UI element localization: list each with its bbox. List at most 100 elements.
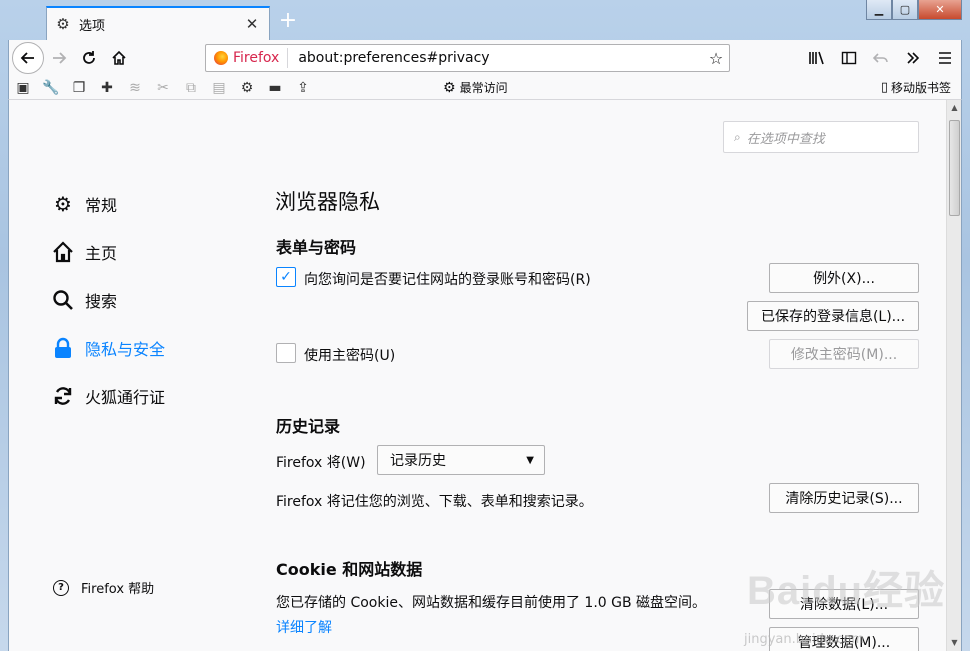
bookmark-folder-most-visited[interactable]: ⚙ 最常访问 bbox=[443, 79, 508, 96]
firefox-logo-icon bbox=[214, 51, 228, 65]
upload-icon[interactable]: ⇪ bbox=[289, 80, 317, 96]
phone-icon: ▯ bbox=[880, 80, 888, 95]
toolbar-right bbox=[801, 43, 961, 73]
scroll-up-arrow-icon[interactable]: ▲ bbox=[947, 100, 962, 116]
sidebar-item-home[interactable]: 主页 bbox=[51, 228, 251, 276]
url-brand: Firefox bbox=[233, 50, 280, 66]
baidu-watermark: Baidu经验 bbox=[747, 569, 946, 613]
history-mode-value: 记录历史 bbox=[390, 453, 446, 469]
undo-button[interactable] bbox=[865, 43, 897, 73]
master-password-checkbox[interactable] bbox=[276, 343, 296, 363]
bookmark-star-icon[interactable]: ☆ bbox=[703, 49, 729, 68]
bookmarks-toolbar: ▣ 🔧 ❐ ✚ ≋ ✂ ⧉ ▤ ⚙ ▬ ⇪ ⚙ 最常访问 ▯ 移动版书签 bbox=[8, 76, 962, 100]
help-icon: ? bbox=[53, 579, 69, 596]
laptop-icon[interactable]: ▬ bbox=[261, 80, 289, 96]
categories-sidebar: ⚙ 常规 主页 搜索 隐私与安全 火狐通行证 bbox=[51, 180, 251, 420]
tab-options[interactable]: ⚙ 选项 ✕ bbox=[46, 6, 270, 40]
minimize-button[interactable]: ▁ bbox=[866, 0, 892, 20]
copy-icon[interactable]: ⧉ bbox=[177, 80, 205, 96]
clear-history-button[interactable]: 清除历史记录(S)... bbox=[769, 483, 919, 513]
history-will-label: Firefox 将(W) bbox=[276, 455, 366, 471]
identity-box[interactable]: Firefox bbox=[206, 48, 289, 68]
history-heading: 历史记录 bbox=[276, 417, 341, 436]
library-button[interactable] bbox=[801, 43, 833, 73]
maximize-button[interactable]: ▢ bbox=[892, 0, 918, 20]
sidebar-item-sync[interactable]: 火狐通行证 bbox=[51, 372, 251, 420]
rss-icon[interactable]: ≋ bbox=[121, 80, 149, 96]
chevron-double-right-icon bbox=[907, 52, 920, 64]
firefox-help-link[interactable]: ? Firefox 帮助 bbox=[53, 578, 154, 597]
cookies-description: 您已存储的 Cookie、网站数据和缓存目前使用了 1.0 GB 磁盘空间。 bbox=[276, 595, 707, 611]
home-button[interactable] bbox=[104, 43, 134, 73]
mobile-bookmarks-label: 移动版书签 bbox=[890, 81, 951, 95]
dropdown-caret-icon: ▼ bbox=[526, 454, 534, 466]
sidebar-item-general[interactable]: ⚙ 常规 bbox=[51, 180, 251, 228]
help-label: Firefox 帮助 bbox=[81, 582, 155, 597]
history-mode-select[interactable]: 记录历史 ▼ bbox=[377, 445, 545, 475]
saved-logins-button[interactable]: 已保存的登录信息(L)... bbox=[747, 301, 919, 331]
scrollbar-thumb[interactable] bbox=[949, 120, 960, 216]
gear-icon: ⚙ bbox=[443, 79, 456, 96]
scissors-icon[interactable]: ✂ bbox=[149, 80, 177, 96]
hamburger-icon bbox=[939, 52, 951, 64]
vertical-scrollbar[interactable]: ▲ ▼ bbox=[946, 100, 962, 651]
back-button[interactable] bbox=[12, 42, 44, 74]
lock-icon bbox=[51, 336, 75, 360]
sidebar-item-label: 搜索 bbox=[85, 292, 118, 311]
preferences-page: ⌕ 在选项中查找 ⚙ 常规 主页 搜索 隐私与安全 火狐通行证 ? Firefo… bbox=[8, 100, 946, 651]
baidu-watermark-url: jingyan.baidu.com bbox=[744, 632, 864, 647]
cookies-heading: Cookie 和网站数据 bbox=[276, 560, 423, 579]
reload-button[interactable] bbox=[74, 43, 104, 73]
sidebar-item-label: 隐私与安全 bbox=[85, 340, 166, 359]
search-icon bbox=[51, 288, 75, 312]
gear-icon: ⚙ bbox=[54, 192, 72, 216]
reader-icon[interactable]: ▣ bbox=[9, 80, 37, 96]
sidebar-item-label: 主页 bbox=[85, 244, 118, 263]
sidebar-item-search[interactable]: 搜索 bbox=[51, 276, 251, 324]
search-placeholder: 在选项中查找 bbox=[746, 131, 825, 147]
sidebar-button[interactable] bbox=[833, 43, 865, 73]
gear-icon: ⚙ bbox=[56, 15, 70, 33]
search-icon: ⌕ bbox=[734, 129, 741, 144]
bookmark-folder-label: 最常访问 bbox=[459, 81, 508, 95]
folder-icon[interactable]: ❐ bbox=[65, 80, 93, 96]
tab-title: 选项 bbox=[79, 18, 106, 34]
change-master-password-button[interactable]: 修改主密码(M)... bbox=[769, 339, 919, 369]
tab-bar: ⚙ 选项 ✕ + ▁ ▢ ✕ bbox=[0, 0, 970, 40]
remember-logins-label[interactable]: 向您询问是否要记住网站的登录账号和密码(R) bbox=[304, 269, 591, 289]
forms-heading: 表单与密码 bbox=[276, 238, 357, 257]
url-input[interactable]: about:preferences#privacy bbox=[298, 50, 703, 66]
browser-window: ⚙ 选项 ✕ + ▁ ▢ ✕ Firefox about:preferences… bbox=[0, 0, 970, 651]
nav-bar: Firefox about:preferences#privacy ☆ bbox=[8, 40, 962, 76]
forward-button[interactable] bbox=[44, 43, 74, 73]
home-icon bbox=[112, 50, 126, 65]
learn-more-link[interactable]: 详细了解 bbox=[276, 617, 332, 637]
mobile-bookmarks[interactable]: ▯ 移动版书签 bbox=[881, 79, 951, 96]
gear-icon[interactable]: ⚙ bbox=[233, 80, 261, 96]
close-icon[interactable]: ✕ bbox=[243, 15, 261, 33]
preferences-search-input[interactable]: ⌕ 在选项中查找 bbox=[723, 121, 919, 153]
sync-icon bbox=[51, 384, 75, 408]
new-tab-button[interactable]: + bbox=[276, 8, 300, 34]
menu-button[interactable] bbox=[929, 43, 961, 73]
scroll-down-arrow-icon[interactable]: ▼ bbox=[947, 635, 962, 651]
master-password-label[interactable]: 使用主密码(U) bbox=[304, 345, 395, 365]
url-bar[interactable]: Firefox about:preferences#privacy ☆ bbox=[205, 44, 730, 72]
sidebar-icon bbox=[841, 51, 857, 65]
window-controls: ▁ ▢ ✕ bbox=[866, 0, 962, 20]
close-window-button[interactable]: ✕ bbox=[918, 0, 962, 20]
sidebar-item-label: 火狐通行证 bbox=[85, 388, 166, 407]
remember-logins-checkbox[interactable]: ✓ bbox=[276, 267, 296, 287]
reload-icon bbox=[83, 51, 95, 64]
exceptions-button[interactable]: 例外(X)... bbox=[769, 263, 919, 293]
wrench-icon[interactable]: 🔧 bbox=[37, 80, 65, 96]
back-arrow-icon bbox=[20, 52, 34, 64]
page-title: 浏览器隐私 bbox=[275, 190, 380, 214]
puzzle-icon[interactable]: ✚ bbox=[93, 80, 121, 96]
history-description: Firefox 将记住您的浏览、下载、表单和搜索记录。 bbox=[276, 494, 593, 510]
overflow-button[interactable] bbox=[897, 43, 929, 73]
sidebar-item-privacy[interactable]: 隐私与安全 bbox=[51, 324, 251, 372]
forward-arrow-icon bbox=[53, 52, 67, 64]
library-icon bbox=[809, 51, 824, 65]
clipboard-icon[interactable]: ▤ bbox=[205, 80, 233, 96]
